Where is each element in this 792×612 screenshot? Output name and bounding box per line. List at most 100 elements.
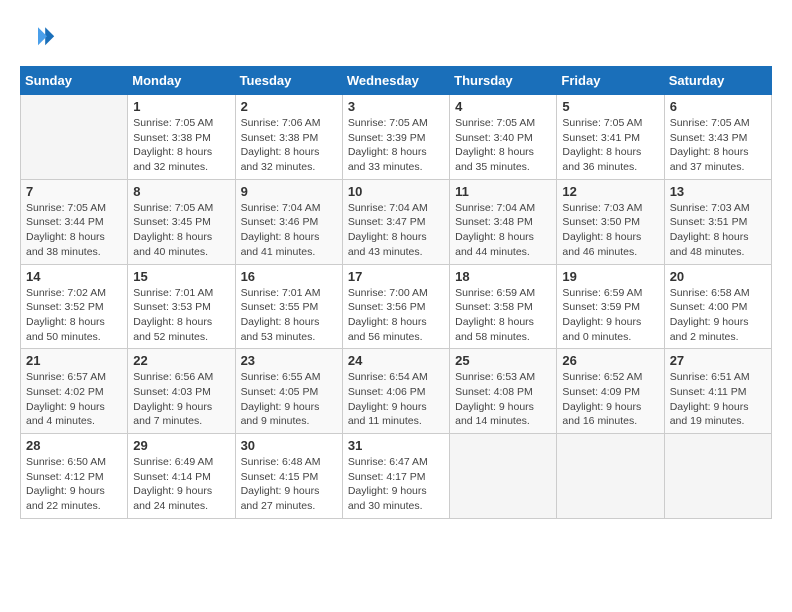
day-number: 25: [455, 353, 551, 368]
day-number: 27: [670, 353, 766, 368]
page-header: [20, 20, 772, 56]
day-info: Sunrise: 6:53 AM Sunset: 4:08 PM Dayligh…: [455, 370, 551, 429]
day-cell: 24Sunrise: 6:54 AM Sunset: 4:06 PM Dayli…: [342, 349, 449, 434]
day-info: Sunrise: 7:05 AM Sunset: 3:45 PM Dayligh…: [133, 201, 229, 260]
day-number: 12: [562, 184, 658, 199]
day-cell: 5 Sunrise: 7:05 AM Sunset: 3:41 PM Daylig…: [557, 95, 664, 180]
day-number: 20: [670, 269, 766, 284]
day-info: Sunrise: 6:49 AM Sunset: 4:14 PM Dayligh…: [133, 455, 229, 514]
day-cell: 8 Sunrise: 7:05 AM Sunset: 3:45 PM Daylig…: [128, 179, 235, 264]
day-cell: 10 Sunrise: 7:04 AM Sunset: 3:47 PM Dayli…: [342, 179, 449, 264]
day-info: Sunrise: 7:05 AM Sunset: 3:44 PM Dayligh…: [26, 201, 122, 260]
day-info: Sunrise: 7:03 AM Sunset: 3:50 PM Dayligh…: [562, 201, 658, 260]
week-row-3: 14 Sunrise: 7:02 AM Sunset: 3:52 PM Dayli…: [21, 264, 772, 349]
week-row-2: 7 Sunrise: 7:05 AM Sunset: 3:44 PM Daylig…: [21, 179, 772, 264]
day-cell: 31 Sunrise: 6:47 AM Sunset: 4:17 PM Dayli…: [342, 434, 449, 519]
day-info: Sunrise: 7:04 AM Sunset: 3:48 PM Dayligh…: [455, 201, 551, 260]
day-cell: 20 Sunrise: 6:58 AM Sunset: 4:00 PM Dayli…: [664, 264, 771, 349]
day-number: 5: [562, 99, 658, 114]
day-info: Sunrise: 7:05 AM Sunset: 3:40 PM Dayligh…: [455, 116, 551, 175]
day-cell: [557, 434, 664, 519]
day-number: 22: [133, 353, 229, 368]
header-saturday: Saturday: [664, 67, 771, 95]
day-number: 1: [133, 99, 229, 114]
day-number: 2: [241, 99, 337, 114]
header-wednesday: Wednesday: [342, 67, 449, 95]
day-cell: 11 Sunrise: 7:04 AM Sunset: 3:48 PM Dayli…: [450, 179, 557, 264]
day-cell: 27 Sunrise: 6:51 AM Sunset: 4:11 PM Dayli…: [664, 349, 771, 434]
day-number: 3: [348, 99, 444, 114]
day-info: Sunrise: 7:05 AM Sunset: 3:41 PM Dayligh…: [562, 116, 658, 175]
day-number: 19: [562, 269, 658, 284]
day-cell: 22 Sunrise: 6:56 AM Sunset: 4:03 PM Dayli…: [128, 349, 235, 434]
day-info: Sunrise: 7:04 AM Sunset: 3:46 PM Dayligh…: [241, 201, 337, 260]
header-friday: Friday: [557, 67, 664, 95]
day-cell: 6 Sunrise: 7:05 AM Sunset: 3:43 PM Daylig…: [664, 95, 771, 180]
day-info: Sunrise: 6:47 AM Sunset: 4:17 PM Dayligh…: [348, 455, 444, 514]
day-cell: 28Sunrise: 6:50 AM Sunset: 4:12 PM Dayli…: [21, 434, 128, 519]
day-number: 6: [670, 99, 766, 114]
day-cell: 13 Sunrise: 7:03 AM Sunset: 3:51 PM Dayli…: [664, 179, 771, 264]
day-number: 16: [241, 269, 337, 284]
day-cell: 19 Sunrise: 6:59 AM Sunset: 3:59 PM Dayli…: [557, 264, 664, 349]
day-cell: 9 Sunrise: 7:04 AM Sunset: 3:46 PM Daylig…: [235, 179, 342, 264]
calendar-table: SundayMondayTuesdayWednesdayThursdayFrid…: [20, 66, 772, 519]
day-info: Sunrise: 6:51 AM Sunset: 4:11 PM Dayligh…: [670, 370, 766, 429]
day-number: 9: [241, 184, 337, 199]
header-sunday: Sunday: [21, 67, 128, 95]
day-number: 8: [133, 184, 229, 199]
day-cell: [664, 434, 771, 519]
day-info: Sunrise: 7:01 AM Sunset: 3:55 PM Dayligh…: [241, 286, 337, 345]
day-cell: 25 Sunrise: 6:53 AM Sunset: 4:08 PM Dayli…: [450, 349, 557, 434]
header-tuesday: Tuesday: [235, 67, 342, 95]
day-info: Sunrise: 6:48 AM Sunset: 4:15 PM Dayligh…: [241, 455, 337, 514]
header-monday: Monday: [128, 67, 235, 95]
week-row-5: 28Sunrise: 6:50 AM Sunset: 4:12 PM Dayli…: [21, 434, 772, 519]
day-number: 21: [26, 353, 122, 368]
day-info: Sunrise: 7:02 AM Sunset: 3:52 PM Dayligh…: [26, 286, 122, 345]
day-info: Sunrise: 7:04 AM Sunset: 3:47 PM Dayligh…: [348, 201, 444, 260]
day-cell: 29Sunrise: 6:49 AM Sunset: 4:14 PM Dayli…: [128, 434, 235, 519]
day-number: 13: [670, 184, 766, 199]
day-info: Sunrise: 6:59 AM Sunset: 3:58 PM Dayligh…: [455, 286, 551, 345]
day-cell: 23Sunrise: 6:55 AM Sunset: 4:05 PM Dayli…: [235, 349, 342, 434]
day-cell: 30 Sunrise: 6:48 AM Sunset: 4:15 PM Dayli…: [235, 434, 342, 519]
day-number: 31: [348, 438, 444, 453]
day-info: Sunrise: 6:59 AM Sunset: 3:59 PM Dayligh…: [562, 286, 658, 345]
day-cell: [450, 434, 557, 519]
logo: [20, 20, 60, 56]
day-number: 24: [348, 353, 444, 368]
day-info: Sunrise: 6:56 AM Sunset: 4:03 PM Dayligh…: [133, 370, 229, 429]
logo-icon: [20, 20, 56, 56]
day-number: 10: [348, 184, 444, 199]
day-number: 28: [26, 438, 122, 453]
week-row-4: 21 Sunrise: 6:57 AM Sunset: 4:02 PM Dayli…: [21, 349, 772, 434]
day-info: Sunrise: 6:57 AM Sunset: 4:02 PM Dayligh…: [26, 370, 122, 429]
day-info: Sunrise: 7:05 AM Sunset: 3:39 PM Dayligh…: [348, 116, 444, 175]
day-info: Sunrise: 6:55 AM Sunset: 4:05 PM Dayligh…: [241, 370, 337, 429]
day-cell: 17Sunrise: 7:00 AM Sunset: 3:56 PM Dayli…: [342, 264, 449, 349]
day-number: 11: [455, 184, 551, 199]
day-cell: 1 Sunrise: 7:05 AM Sunset: 3:38 PM Daylig…: [128, 95, 235, 180]
day-number: 7: [26, 184, 122, 199]
header-thursday: Thursday: [450, 67, 557, 95]
day-number: 4: [455, 99, 551, 114]
day-cell: 16 Sunrise: 7:01 AM Sunset: 3:55 PM Dayli…: [235, 264, 342, 349]
day-cell: 15Sunrise: 7:01 AM Sunset: 3:53 PM Dayli…: [128, 264, 235, 349]
day-info: Sunrise: 7:05 AM Sunset: 3:38 PM Dayligh…: [133, 116, 229, 175]
day-info: Sunrise: 6:58 AM Sunset: 4:00 PM Dayligh…: [670, 286, 766, 345]
day-number: 15: [133, 269, 229, 284]
day-cell: 21 Sunrise: 6:57 AM Sunset: 4:02 PM Dayli…: [21, 349, 128, 434]
day-info: Sunrise: 7:05 AM Sunset: 3:43 PM Dayligh…: [670, 116, 766, 175]
day-cell: [21, 95, 128, 180]
day-cell: 2 Sunrise: 7:06 AM Sunset: 3:38 PM Daylig…: [235, 95, 342, 180]
day-cell: 4 Sunrise: 7:05 AM Sunset: 3:40 PM Daylig…: [450, 95, 557, 180]
day-number: 17: [348, 269, 444, 284]
day-cell: 12 Sunrise: 7:03 AM Sunset: 3:50 PM Dayli…: [557, 179, 664, 264]
day-number: 30: [241, 438, 337, 453]
day-info: Sunrise: 7:03 AM Sunset: 3:51 PM Dayligh…: [670, 201, 766, 260]
day-info: Sunrise: 7:06 AM Sunset: 3:38 PM Dayligh…: [241, 116, 337, 175]
day-cell: 18Sunrise: 6:59 AM Sunset: 3:58 PM Dayli…: [450, 264, 557, 349]
day-number: 14: [26, 269, 122, 284]
day-cell: 3 Sunrise: 7:05 AM Sunset: 3:39 PM Daylig…: [342, 95, 449, 180]
